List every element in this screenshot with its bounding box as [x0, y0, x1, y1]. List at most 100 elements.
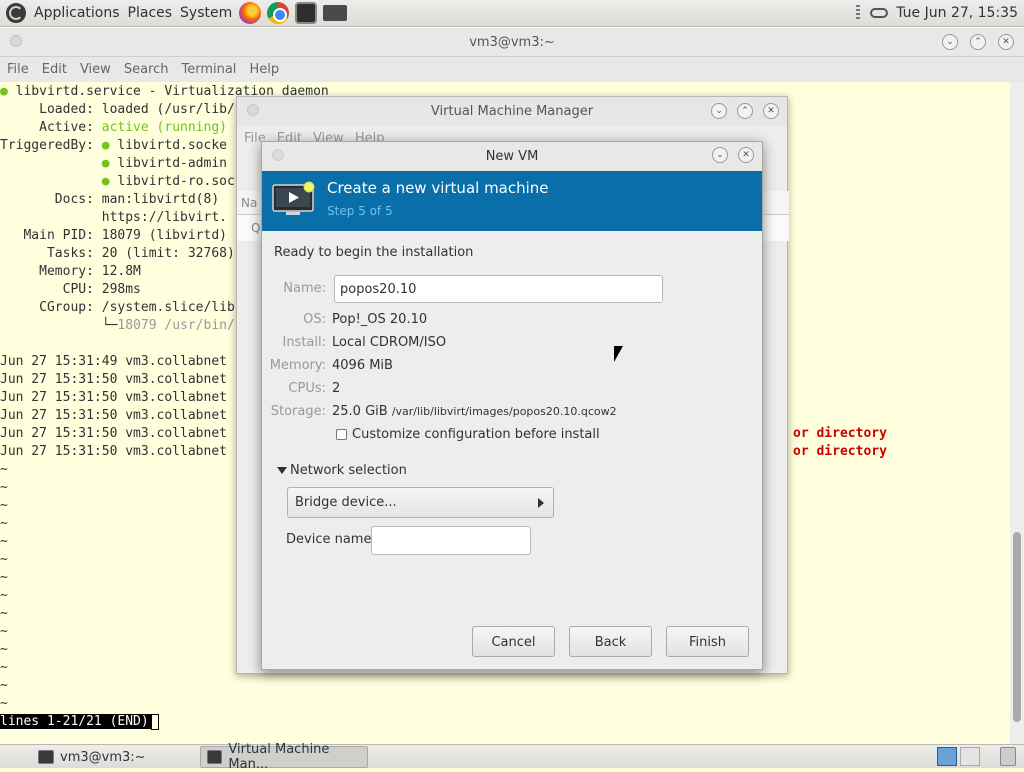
system-menu[interactable]: System — [176, 0, 236, 27]
minimize-icon[interactable]: ⌄ — [712, 147, 728, 163]
terminal-line: Loaded: loaded (/usr/lib/ — [0, 102, 235, 117]
tilde-line: ~ — [0, 516, 8, 531]
storage-path: /var/lib/libvirt/images/popos20.10.qcow2 — [391, 405, 617, 418]
os-value: Pop!_OS 20.10 — [332, 312, 428, 327]
terminal-line: CPU: 298ms — [0, 282, 141, 297]
storage-value: 25.0 GiB /var/lib/libvirt/images/popos20… — [332, 404, 617, 419]
taskbar-terminal[interactable]: vm3@vm3:~ — [32, 746, 198, 768]
tilde-line: ~ — [0, 462, 8, 477]
minimize-icon[interactable]: ⌄ — [711, 103, 727, 119]
terminal-line: TriggeredBy: ● libvirtd.socke — [0, 138, 227, 153]
maximize-icon[interactable]: ⌃ — [970, 34, 986, 50]
network-source-dropdown[interactable]: Bridge device... — [287, 487, 554, 518]
firefox-launcher-icon[interactable] — [239, 2, 262, 24]
journal-error-text: or directory — [793, 426, 887, 441]
journal-line: Jun 27 15:31:50 vm3.collabnet — [0, 408, 227, 423]
terminal-title: vm3@vm3:~ — [469, 34, 555, 50]
terminal-line: ● libvirtd-ro.soc — [101, 174, 235, 189]
menu-help[interactable]: Help — [242, 62, 285, 77]
bottom-panel: vm3@vm3:~ Virtual Machine Man... — [0, 742, 1024, 772]
tilde-line: ~ — [0, 498, 8, 513]
cpus-label: CPUs: — [288, 381, 326, 396]
tilde-line: ~ — [0, 642, 8, 657]
terminal-menubar: File Edit View Search Terminal Help — [0, 57, 1024, 82]
trash-icon[interactable] — [1000, 747, 1016, 766]
terminal-line: Docs: man:libvirtd(8) — [0, 192, 220, 207]
top-panel: Applications Places System Tue Jun 27, 1… — [0, 0, 1024, 27]
tilde-line: ~ — [0, 570, 8, 585]
device-name-field[interactable] — [371, 526, 531, 555]
pager-status-line: lines 1-21/21 (END) — [0, 713, 159, 731]
finish-button[interactable]: Finish — [666, 626, 749, 657]
panel-handle-icon[interactable] — [856, 5, 861, 21]
journal-error-text: or directory — [793, 444, 887, 459]
new-vm-dialog: New VM ⌄ ✕ Create a new virtual machine … — [261, 141, 763, 670]
maximize-icon[interactable]: ⌃ — [737, 103, 753, 119]
taskbar-vmm[interactable]: Virtual Machine Man... — [200, 742, 368, 772]
menu-view[interactable]: View — [73, 62, 117, 77]
clock[interactable]: Tue Jun 27, 15:35 — [896, 5, 1024, 21]
wizard-banner: Create a new virtual machine Step 5 of 5 — [262, 171, 762, 231]
os-label: OS: — [303, 312, 326, 327]
terminal-scrollbar[interactable] — [1010, 82, 1024, 744]
network-selection-expander[interactable]: Network selection — [290, 463, 407, 478]
tilde-line: ~ — [0, 552, 8, 567]
install-label: Install: — [282, 335, 326, 350]
terminal-task-icon — [38, 750, 54, 764]
submenu-arrow-icon — [538, 498, 544, 508]
menu-terminal[interactable]: Terminal — [174, 62, 242, 77]
terminal-titlebar[interactable]: vm3@vm3:~ ⌄ ⌃ ✕ — [0, 28, 1024, 57]
close-icon[interactable]: ✕ — [998, 34, 1014, 50]
tilde-line: ~ — [0, 696, 8, 711]
dialog-title: New VM — [485, 149, 539, 164]
network-source-label: Bridge device... — [295, 495, 397, 510]
tilde-line: ~ — [0, 660, 8, 675]
vmm-launcher-icon[interactable] — [323, 5, 348, 21]
window-menu-icon[interactable] — [10, 35, 22, 47]
distro-logo-icon[interactable] — [6, 3, 26, 23]
panel-tray: Tue Jun 27, 15:35 — [856, 0, 1024, 27]
workspace-1[interactable] — [937, 747, 957, 766]
terminal-line: Memory: 12.8M — [0, 264, 141, 279]
window-menu-icon[interactable] — [247, 104, 259, 116]
memory-label: Memory: — [269, 358, 326, 373]
wizard-title: Create a new virtual machine — [327, 179, 549, 197]
journal-line: Jun 27 15:31:49 vm3.collabnet — [0, 354, 227, 369]
journal-line: Jun 27 15:31:50 vm3.collabnet — [0, 426, 227, 441]
storage-label: Storage: — [270, 404, 326, 419]
close-icon[interactable]: ✕ — [763, 103, 779, 119]
scrollbar-thumb[interactable] — [1013, 532, 1021, 722]
places-menu[interactable]: Places — [124, 0, 177, 27]
cancel-button[interactable]: Cancel — [472, 626, 555, 657]
workspace-2[interactable] — [960, 747, 980, 766]
journal-line: Jun 27 15:31:50 vm3.collabnet — [0, 390, 227, 405]
menu-edit[interactable]: Edit — [35, 62, 73, 77]
journal-line: Jun 27 15:31:50 vm3.collabnet — [0, 372, 227, 387]
vmm-titlebar[interactable]: Virtual Machine Manager ⌄ ⌃ ✕ — [237, 97, 787, 126]
keyring-icon[interactable] — [870, 8, 889, 18]
tilde-line: ~ — [0, 588, 8, 603]
memory-value: 4096 MiB — [332, 358, 393, 373]
menu-search[interactable]: Search — [117, 62, 175, 77]
vmm-title: Virtual Machine Manager — [430, 104, 594, 119]
window-menu-icon[interactable] — [272, 149, 284, 161]
dialog-titlebar[interactable]: New VM ⌄ ✕ — [262, 142, 762, 171]
menu-file[interactable]: File — [0, 62, 35, 77]
name-field[interactable] — [334, 275, 663, 303]
terminal-line: └─18079 /usr/bin/ — [0, 318, 235, 333]
customize-checkbox[interactable] — [336, 429, 347, 440]
minimize-icon[interactable]: ⌄ — [942, 34, 958, 50]
journal-line: Jun 27 15:31:50 vm3.collabnet — [0, 444, 227, 459]
terminal-launcher-icon[interactable] — [295, 2, 318, 24]
back-button[interactable]: Back — [569, 626, 652, 657]
cpus-value: 2 — [332, 381, 341, 396]
tilde-line: ~ — [0, 624, 8, 639]
expander-arrow-icon[interactable] — [277, 467, 287, 474]
chrome-launcher-icon[interactable] — [267, 2, 290, 24]
close-icon[interactable]: ✕ — [738, 147, 754, 163]
customize-label[interactable]: Customize configuration before install — [352, 427, 600, 442]
new-vm-monitor-icon — [272, 181, 315, 215]
vmm-task-icon — [207, 750, 223, 764]
taskbar-terminal-label: vm3@vm3:~ — [60, 749, 146, 765]
applications-menu[interactable]: Applications — [30, 0, 124, 27]
